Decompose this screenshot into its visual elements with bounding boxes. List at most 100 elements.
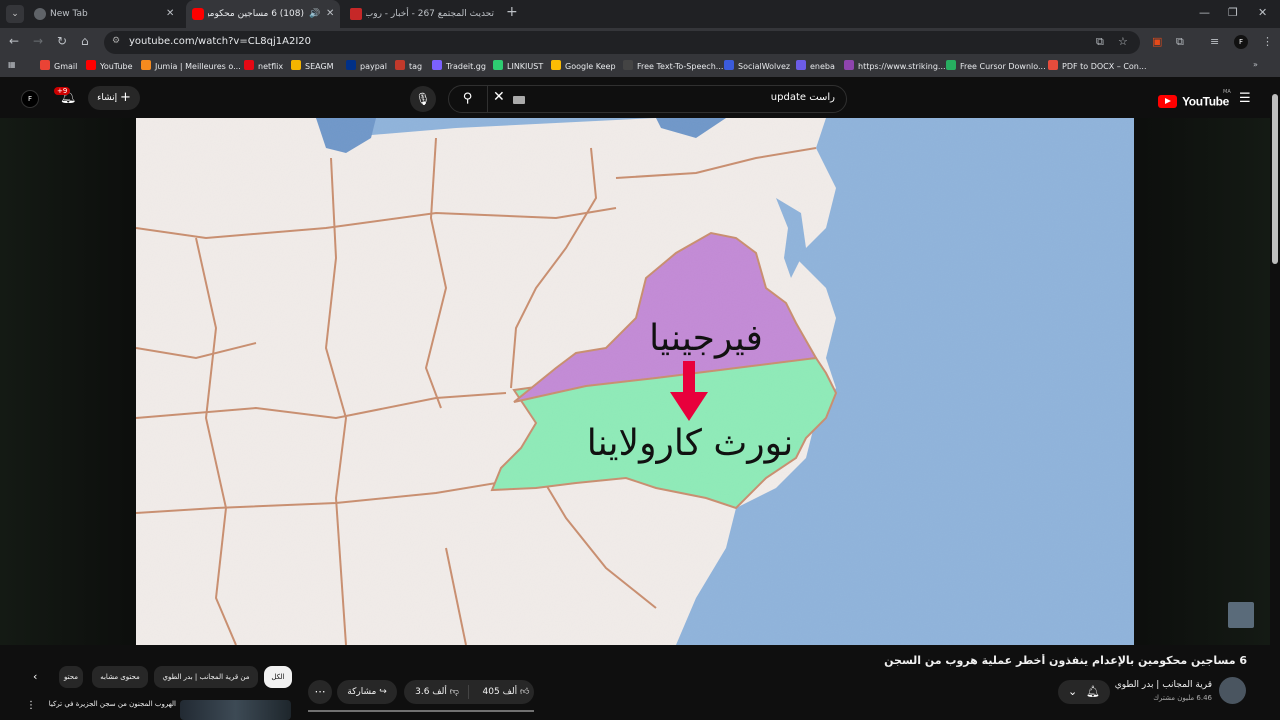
- bookmark-gmail[interactable]: Gmail: [40, 60, 77, 71]
- bookmark-tag[interactable]: tag: [395, 60, 422, 71]
- bookmark-google-keep[interactable]: Google Keep: [551, 60, 616, 71]
- install-app-icon[interactable]: ⧉: [1096, 35, 1104, 49]
- north-carolina-label: نورث كارولاينا: [587, 423, 794, 464]
- back-icon[interactable]: ←: [9, 34, 19, 48]
- more-actions-icon[interactable]: ⋯: [308, 680, 332, 704]
- video-title: 6 مساجين محكومين بالإعدام ينفذون أخطر عم…: [884, 654, 1247, 667]
- clear-search-icon[interactable]: ✕: [493, 89, 505, 105]
- cursor-icon: [946, 60, 956, 70]
- bookmark-striking[interactable]: https://www.striking...: [844, 60, 946, 71]
- dislike-button[interactable]: 3.6 ألف 👎︎: [408, 680, 466, 704]
- bookmark-seagm[interactable]: SEAGM: [291, 60, 334, 71]
- create-button[interactable]: إنشاء +: [88, 86, 140, 110]
- tab-title: تحديث المجتمع 267 - أخبار - روب: [366, 9, 494, 19]
- recommendation-menu-icon[interactable]: ⋮: [26, 700, 36, 711]
- share-button[interactable]: مشاركة ↪: [337, 680, 397, 704]
- bookmark-socialwolvez[interactable]: SocialWolvez: [724, 60, 790, 71]
- reload-icon[interactable]: ↻: [57, 34, 67, 48]
- close-icon[interactable]: ✕: [166, 0, 174, 28]
- window-close-icon[interactable]: ✕: [1258, 6, 1267, 19]
- video-player[interactable]: فيرجينيا نورث كارولاينا: [136, 118, 1134, 645]
- divider: [468, 685, 469, 699]
- page-scrollbar[interactable]: [1270, 80, 1280, 720]
- gmail-icon: [40, 60, 50, 70]
- speaker-icon[interactable]: 🔊: [309, 0, 320, 28]
- linkiust-icon: [493, 60, 503, 70]
- youtube-header: F 🔔︎ +9 إنشاء + 🎙︎ ⚲ ✕ راست update YouTu…: [0, 77, 1280, 120]
- chevron-down-icon: ⌄: [1068, 685, 1078, 698]
- channel-name[interactable]: قرية المجانب | بدر الطوي: [1100, 680, 1212, 690]
- extension-icon[interactable]: ▣: [1152, 35, 1162, 48]
- recommendation-title[interactable]: الهروب المجنون من سجن الجزيرة في تركيا: [40, 700, 176, 708]
- subscriber-count: 6.46 مليون مشترك: [1153, 694, 1212, 702]
- browser-toolbar: ← → ↻ ⌂ ⚙ youtube.com/watch?v=CL8qj1A2I2…: [0, 28, 1280, 57]
- new-tab-button[interactable]: +: [506, 4, 518, 20]
- bookmark-cursor[interactable]: Free Cursor Downlo...: [946, 60, 1046, 71]
- keyboard-icon[interactable]: [513, 96, 525, 104]
- paypal-icon: [346, 60, 356, 70]
- recommendation-thumbnail[interactable]: [180, 700, 291, 720]
- netflix-icon: [244, 60, 254, 70]
- map-frame: فيرجينيا نورث كارولاينا: [136, 118, 1134, 645]
- tab-search-button[interactable]: ⌄: [6, 5, 24, 23]
- youtube-logo[interactable]: YouTube: [1158, 91, 1229, 109]
- bookmark-star-icon[interactable]: ☆: [1118, 35, 1128, 48]
- chrome-menu-icon[interactable]: ⋮: [1262, 35, 1273, 48]
- bookmark-paypal[interactable]: paypal: [346, 60, 387, 71]
- close-icon[interactable]: ✕: [326, 0, 334, 28]
- apps-grid-icon[interactable]: ▦: [8, 60, 16, 69]
- profile-avatar[interactable]: F: [1234, 35, 1248, 49]
- account-avatar[interactable]: F: [21, 90, 39, 108]
- bookmarks-overflow-icon[interactable]: »: [1253, 60, 1258, 69]
- extensions-puzzle-icon[interactable]: ⧉: [1176, 35, 1184, 49]
- google-keep-icon: [551, 60, 561, 70]
- seagm-icon: [291, 60, 301, 70]
- home-icon[interactable]: ⌂: [81, 34, 89, 48]
- bookmark-linkiust[interactable]: LINKIUST: [493, 60, 543, 71]
- bookmark-pdf-docx[interactable]: PDF to DOCX – Con...: [1048, 60, 1147, 71]
- reading-list-icon[interactable]: ≡: [1210, 35, 1219, 48]
- thumbs-down-icon: 👎︎: [449, 687, 459, 697]
- bookmark-youtube[interactable]: YouTube: [86, 60, 133, 71]
- scrollbar-thumb[interactable]: [1272, 94, 1278, 264]
- bookmark-eneba[interactable]: eneba: [796, 60, 835, 71]
- notification-count-badge: +9: [54, 87, 71, 95]
- tts-icon: [623, 60, 633, 70]
- tab-youtube-video[interactable]: (108) 6 مساجين محكومين بالإ 🔊 ✕: [186, 0, 340, 28]
- tab-community-update[interactable]: تحديث المجتمع 267 - أخبار - روب: [344, 0, 496, 28]
- bookmark-jumia[interactable]: Jumia | Meilleures o...: [141, 60, 241, 71]
- playback-progress[interactable]: [308, 710, 534, 712]
- chevron-left-icon[interactable]: ‹: [33, 670, 37, 683]
- chip-related[interactable]: محتو: [59, 666, 83, 688]
- site-info-icon[interactable]: ⚙: [112, 36, 120, 46]
- guide-menu-icon[interactable]: ☰: [1239, 91, 1251, 106]
- channel-watermark[interactable]: [1228, 602, 1254, 628]
- pdf-icon: [1048, 60, 1058, 70]
- jumia-icon: [141, 60, 151, 70]
- restore-icon[interactable]: ❐: [1228, 6, 1238, 19]
- forward-icon[interactable]: →: [33, 34, 43, 48]
- subscribed-bell-button[interactable]: ⌄ 🔔︎: [1058, 680, 1110, 704]
- browser-tab-bar: ⌄ New Tab ✕ (108) 6 مساجين محكومين بالإ …: [0, 0, 1280, 28]
- voice-search-icon[interactable]: 🎙︎: [410, 86, 436, 112]
- channel-avatar[interactable]: [1219, 677, 1246, 704]
- minimize-icon[interactable]: —: [1199, 6, 1210, 19]
- address-bar[interactable]: ⚙ youtube.com/watch?v=CL8qj1A2I20 ⧉ ☆: [104, 31, 1140, 54]
- chip-similar[interactable]: محتوى مشابه: [92, 666, 148, 688]
- like-button[interactable]: 405 ألف 👍︎: [478, 680, 534, 704]
- youtube-icon: [192, 8, 204, 20]
- eneba-icon: [796, 60, 806, 70]
- chip-from-channel[interactable]: من قرية المجانب | بدر الطوي: [154, 666, 258, 688]
- search-button[interactable]: ⚲: [448, 85, 488, 113]
- socialwolvez-icon: [724, 60, 734, 70]
- bookmark-tts[interactable]: Free Text-To-Speech...: [623, 60, 723, 71]
- globe-icon: [34, 8, 46, 20]
- bookmark-netflix[interactable]: netflix: [244, 60, 283, 71]
- chip-all[interactable]: الكل: [264, 666, 292, 688]
- search-input[interactable]: راست update: [700, 92, 835, 103]
- youtube-wordmark: YouTube: [1182, 94, 1229, 109]
- bookmark-tradeit[interactable]: Tradeit.gg: [432, 60, 486, 71]
- tab-title: (108) 6 مساجين محكومين بالإ: [208, 9, 304, 19]
- notification-bell-icon: 🔔︎: [1086, 685, 1100, 698]
- tab-new-tab[interactable]: New Tab ✕: [28, 0, 180, 28]
